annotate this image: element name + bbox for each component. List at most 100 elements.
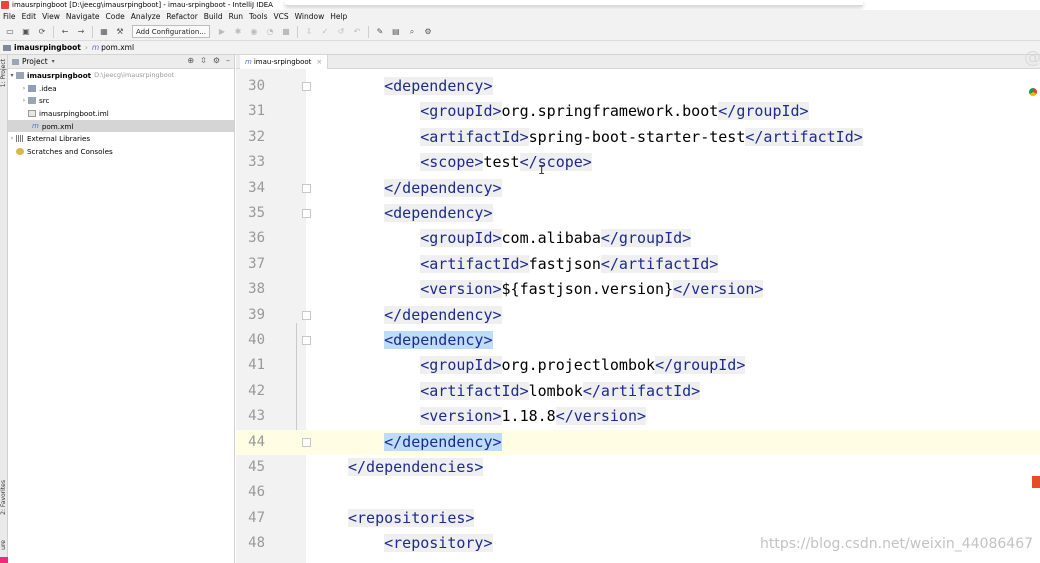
code-line[interactable]: 39 </dependency> bbox=[236, 303, 1040, 328]
tree-item-iml[interactable]: imausrpingboot.iml bbox=[8, 107, 234, 120]
fold-marker-icon[interactable] bbox=[302, 209, 311, 218]
favorites-tool-window-button[interactable]: 2: Favorites bbox=[0, 480, 8, 515]
gear-icon[interactable]: ⚙ bbox=[213, 56, 220, 65]
project-structure-grid-icon[interactable]: ▤ bbox=[391, 27, 401, 37]
run-icon[interactable]: ▶ bbox=[217, 27, 227, 37]
sync-icon[interactable]: ⟳ bbox=[37, 27, 47, 37]
structure-tool-window-button[interactable]: ure bbox=[0, 540, 8, 550]
menu-item-help[interactable]: Help bbox=[327, 12, 350, 21]
build-hammer-icon[interactable]: ⚒ bbox=[115, 27, 125, 37]
chevron-right-icon[interactable]: › bbox=[20, 97, 28, 104]
code-line[interactable]: 40 <dependency> bbox=[236, 328, 1040, 353]
code-line[interactable]: 31 <groupId>org.springframework.boot</gr… bbox=[236, 99, 1040, 124]
close-icon[interactable]: × bbox=[316, 58, 322, 66]
chrome-browser-icon[interactable] bbox=[1028, 87, 1038, 97]
code-line[interactable]: 43 <version>1.18.8</version> bbox=[236, 404, 1040, 429]
coverage-icon[interactable]: ◉ bbox=[249, 27, 259, 37]
line-number: 39 bbox=[248, 306, 265, 323]
locate-file-icon[interactable]: ⊕ bbox=[187, 56, 194, 65]
line-number: 35 bbox=[248, 205, 265, 221]
menu-item-edit[interactable]: Edit bbox=[19, 12, 40, 21]
chevron-down-icon[interactable]: ▾ bbox=[8, 72, 16, 79]
code-line[interactable]: 42 <artifactId>lombok</artifactId> bbox=[236, 379, 1040, 404]
breadcrumb: imausrpingboot › m pom.xml bbox=[0, 41, 1040, 55]
code-line[interactable]: 38 <version>${fastjson.version}</version… bbox=[236, 277, 1040, 302]
code-editor[interactable]: 30 <dependency> 31 <groupId>org.springfra… bbox=[236, 69, 1040, 563]
profile-icon[interactable]: ◔ bbox=[265, 27, 275, 37]
code-text: </dependency> bbox=[348, 303, 502, 328]
tree-item-idea[interactable]: › .idea bbox=[8, 82, 234, 95]
menu-item-vcs[interactable]: VCS bbox=[270, 12, 291, 21]
project-view-selector[interactable]: Project bbox=[22, 57, 48, 66]
code-line[interactable]: 30 <dependency> bbox=[236, 74, 1040, 99]
chevron-right-icon[interactable]: › bbox=[20, 85, 28, 92]
tree-item-pom[interactable]: m pom.xml bbox=[8, 119, 234, 133]
code-line[interactable]: 34 </dependency> bbox=[236, 176, 1040, 201]
menu-item-view[interactable]: View bbox=[39, 12, 63, 21]
tree-item-project-root[interactable]: ▾ imausrpingboot D:\jeecg\imausrpingboot bbox=[8, 69, 234, 82]
code-line[interactable]: 44 </dependency> bbox=[236, 429, 1040, 455]
tree-item-src[interactable]: › src bbox=[8, 94, 234, 107]
code-line[interactable]: 33 <scope>test</scope> bbox=[236, 150, 1040, 175]
vcs-commit-icon[interactable]: ✓ bbox=[320, 27, 330, 37]
menu-item-build[interactable]: Build bbox=[201, 12, 226, 21]
tree-item-external-libraries[interactable]: › External Libraries bbox=[8, 132, 234, 145]
menu-item-run[interactable]: Run bbox=[226, 12, 246, 21]
breadcrumb-project[interactable]: imausrpingboot bbox=[14, 43, 81, 52]
xml-tag-highlighted: <dependency> bbox=[384, 331, 493, 349]
collapse-all-icon[interactable]: ⇳ bbox=[200, 56, 207, 65]
tasks-icon[interactable]: ⚙ bbox=[423, 27, 433, 37]
breadcrumb-file[interactable]: pom.xml bbox=[101, 43, 134, 52]
fold-marker-icon[interactable] bbox=[302, 183, 311, 193]
menu-item-window[interactable]: Window bbox=[292, 12, 328, 21]
code-line[interactable]: 45 </dependencies> bbox=[236, 455, 1040, 480]
chevron-right-icon[interactable]: › bbox=[8, 135, 16, 142]
settings-wrench-icon[interactable]: ✎ bbox=[375, 27, 385, 37]
line-number: 46 bbox=[248, 484, 265, 501]
code-line[interactable]: 46 bbox=[236, 480, 1040, 505]
code-line[interactable]: 47 <repositories> bbox=[236, 506, 1040, 531]
menu-item-refactor[interactable]: Refactor bbox=[163, 12, 200, 21]
project-structure-icon[interactable]: ▦ bbox=[99, 27, 109, 37]
code-line[interactable]: 36 <groupId>com.alibaba</groupId> bbox=[236, 226, 1040, 251]
search-icon[interactable]: ⌕ bbox=[407, 27, 417, 37]
module-folder-icon bbox=[16, 71, 24, 79]
fold-marker-icon[interactable] bbox=[302, 310, 311, 320]
vcs-revert-icon[interactable]: ↶ bbox=[352, 27, 362, 37]
menu-item-navigate[interactable]: Navigate bbox=[63, 12, 103, 21]
add-configuration-button[interactable]: Add Configuration... bbox=[132, 25, 210, 38]
open-folder-icon[interactable]: ▭ bbox=[5, 27, 15, 37]
code-line[interactable]: 35 <dependency> bbox=[236, 201, 1040, 226]
code-line[interactable]: 32 <artifactId>spring-boot-starter-test<… bbox=[236, 125, 1040, 150]
forward-icon[interactable]: → bbox=[76, 27, 86, 37]
fold-marker-icon[interactable] bbox=[302, 437, 311, 447]
code-line[interactable]: 41 <groupId>org.projectlombok</groupId> bbox=[236, 353, 1040, 378]
menu-item-file[interactable]: File bbox=[0, 12, 19, 21]
html5-icon[interactable] bbox=[1032, 476, 1040, 488]
back-icon[interactable]: ← bbox=[60, 27, 70, 37]
stop-icon[interactable]: ■ bbox=[281, 27, 291, 37]
xml-tag: </groupId> bbox=[718, 102, 809, 121]
hide-panel-icon[interactable]: – bbox=[226, 56, 230, 65]
vcs-history-icon[interactable]: ↺ bbox=[336, 27, 346, 37]
menu-item-code[interactable]: Code bbox=[103, 12, 128, 21]
chevron-down-icon[interactable]: ▾ bbox=[52, 58, 55, 65]
xml-tag: <groupId> bbox=[420, 229, 502, 248]
code-line[interactable]: 37 <artifactId>fastjson</artifactId> bbox=[236, 252, 1040, 277]
tab-pom[interactable]: m imau-srpingboot × bbox=[240, 55, 329, 69]
fold-marker-icon[interactable] bbox=[302, 336, 311, 345]
fold-marker-icon[interactable] bbox=[302, 82, 311, 91]
tree-item-label: src bbox=[39, 96, 50, 106]
debug-icon[interactable]: ✱ bbox=[233, 27, 243, 37]
project-tool-window-button[interactable]: 1: Project bbox=[0, 59, 8, 87]
save-all-icon[interactable]: ▣ bbox=[21, 27, 31, 37]
menu-item-analyze[interactable]: Analyze bbox=[128, 12, 164, 21]
menu-item-tools[interactable]: Tools bbox=[246, 12, 270, 21]
line-number: 40 bbox=[248, 332, 265, 348]
tree-item-scratches[interactable]: Scratches and Consoles bbox=[8, 145, 234, 158]
vcs-update-icon[interactable]: ⇩ bbox=[304, 27, 314, 37]
